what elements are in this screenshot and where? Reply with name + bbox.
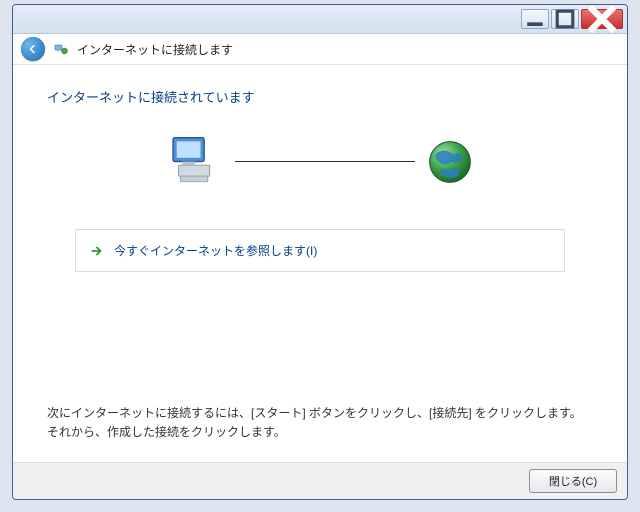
maximize-button[interactable] xyxy=(551,9,579,29)
wizard-window: インターネットに接続します インターネットに接続されています xyxy=(12,4,628,500)
browse-internet-option[interactable]: 今すぐインターネットを参照します(I) xyxy=(75,229,565,272)
close-dialog-button[interactable]: 閉じる(C) xyxy=(529,469,617,493)
close-button[interactable] xyxy=(581,9,623,29)
titlebar xyxy=(13,5,627,34)
back-button[interactable] xyxy=(21,37,45,61)
connection-graphic xyxy=(165,134,475,189)
footer: 閉じる(C) xyxy=(13,462,627,499)
minimize-button[interactable] xyxy=(521,9,549,29)
navbar: インターネットに接続します xyxy=(13,34,627,65)
network-wizard-icon xyxy=(53,41,69,57)
globe-icon xyxy=(425,137,475,187)
page-heading: インターネットに接続されています xyxy=(47,87,593,106)
option-label: 今すぐインターネットを参照します(I) xyxy=(114,242,317,259)
wizard-title: インターネットに接続します xyxy=(77,41,233,58)
connection-line xyxy=(235,161,415,162)
arrow-right-icon xyxy=(90,244,104,258)
computer-icon xyxy=(165,134,225,189)
content-area: インターネットに接続されています xyxy=(13,65,627,462)
instruction-text: 次にインターネットに接続するには、[スタート] ボタンをクリックし、[接続先] … xyxy=(47,404,593,442)
close-dialog-label: 閉じる(C) xyxy=(549,473,597,489)
